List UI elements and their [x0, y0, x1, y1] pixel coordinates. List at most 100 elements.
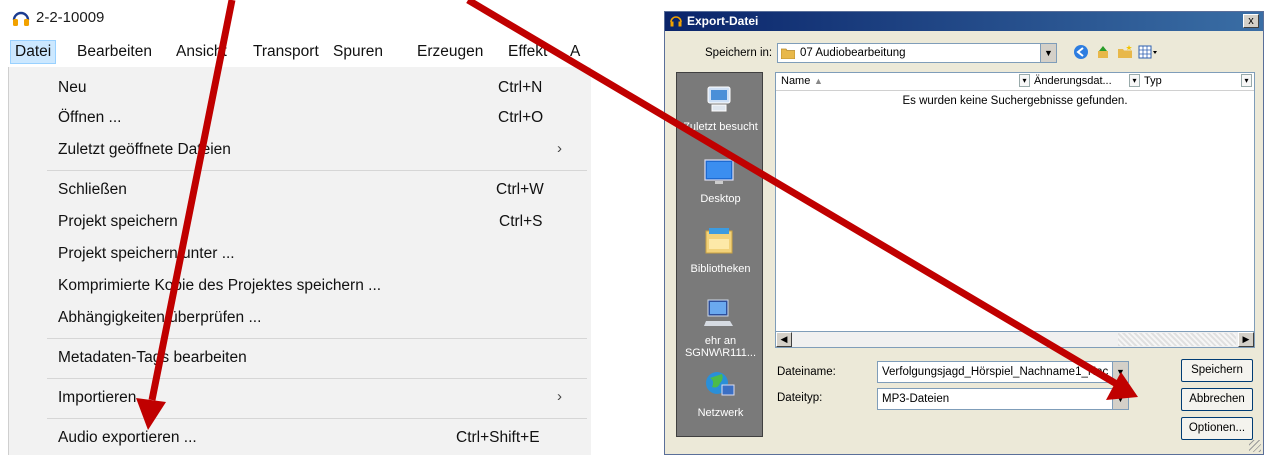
menu-item-projekt-speichern-unter[interactable]: Projekt speichern unter ... [9, 238, 591, 270]
menu-item-metadaten[interactable]: Metadaten-Tags bearbeiten [9, 342, 591, 374]
place-network[interactable]: Netzwerk [677, 365, 764, 435]
menu-separator [47, 418, 587, 419]
column-type[interactable]: Typ [1144, 75, 1162, 87]
export-dialog: Export-Datei x Speichern in: 07 Audiobea… [664, 11, 1264, 455]
close-button[interactable]: x [1243, 14, 1259, 28]
column-dropdown-icon[interactable]: ▾ [1019, 74, 1030, 87]
save-button[interactable]: Speichern [1181, 359, 1253, 382]
menu-separator [47, 378, 587, 379]
dialog-titlebar: Export-Datei x [665, 12, 1263, 31]
desktop-icon [704, 159, 734, 184]
menu-item-shortcut: Ctrl+S [499, 213, 543, 230]
cancel-button[interactable]: Abbrechen [1181, 388, 1253, 411]
menu-item-label: Komprimierte Kopie des Projektes speiche… [58, 277, 382, 294]
menu-item-label: Projekt speichern unter ... [58, 245, 235, 262]
empty-results-message: Es wurden keine Suchergebnisse gefunden. [902, 95, 1128, 107]
column-dropdown-icon[interactable]: ▾ [1241, 74, 1252, 87]
place-desktop[interactable]: Desktop [677, 151, 764, 221]
scroll-track[interactable] [1118, 333, 1236, 346]
menu-item-label: Neu [58, 79, 87, 96]
menu-item-projekt-speichern[interactable]: Projekt speichern Ctrl+S [9, 206, 591, 238]
filename-label: Dateiname: [777, 366, 836, 378]
chevron-right-icon: › [557, 388, 562, 405]
menu-item-shortcut: Ctrl+O [498, 109, 544, 126]
menu-item-label: Audio exportieren ... [58, 429, 197, 446]
menu-erzeugen[interactable]: Erzeugen [413, 41, 487, 63]
menu-item-shortcut: Ctrl+Shift+E [456, 429, 540, 446]
dialog-title: Export-Datei [687, 14, 759, 28]
menu-item-importieren[interactable]: Importieren › [9, 382, 591, 414]
filename-value: Verfolgungsjagd_Hörspiel_Nachname1_Nachl [882, 366, 1108, 378]
window-title: 2-2-10009 [36, 9, 105, 26]
chevron-down-icon[interactable]: ▼ [1112, 389, 1128, 409]
up-arrow-icon [1098, 46, 1108, 58]
back-arrow-icon [1074, 45, 1088, 59]
menu-item-label: Zuletzt geöffnete Dateien [58, 141, 231, 158]
chevron-down-icon[interactable]: ▼ [1040, 44, 1056, 62]
menu-item-shortcut: Ctrl+N [498, 79, 543, 96]
save-in-combo[interactable]: 07 Audiobearbeitung ▼ [777, 43, 1057, 63]
menu-item-label: Schließen [58, 181, 127, 198]
chevron-right-icon: › [557, 140, 562, 157]
view-grid-icon [1138, 45, 1157, 59]
column-name[interactable]: Name [781, 75, 810, 87]
filetype-value: MP3-Dateien [882, 393, 950, 405]
place-label: Zuletzt besucht [683, 121, 758, 133]
audacity-window: 2-2-10009 Datei Bearbeiten Ansicht Trans… [0, 0, 591, 455]
menu-item-schliessen[interactable]: Schließen Ctrl+W [9, 174, 591, 206]
up-folder-icon[interactable] [1094, 44, 1112, 62]
horizontal-scrollbar[interactable]: ◀ ▶ [775, 331, 1255, 348]
menu-bearbeiten[interactable]: Bearbeiten [73, 41, 156, 63]
scroll-left-icon[interactable]: ◀ [776, 332, 792, 347]
menu-item-label: Metadaten-Tags bearbeiten [58, 349, 247, 366]
chevron-down-icon[interactable]: ▼ [1112, 362, 1128, 382]
places-bar: Zuletzt besucht Desktop Bibliotheken ehr… [676, 72, 763, 437]
place-label: Netzwerk [697, 407, 744, 419]
save-in-value: 07 Audiobearbeitung [800, 47, 906, 59]
menu-item-komprimierte-kopie[interactable]: Komprimierte Kopie des Projektes speiche… [9, 270, 591, 302]
headphones-icon [670, 16, 682, 27]
menu-ansicht[interactable]: Ansicht [172, 41, 231, 63]
menu-item-label: Projekt speichern [58, 213, 178, 230]
place-label: Bibliotheken [690, 263, 751, 275]
new-folder-icon[interactable] [1116, 44, 1134, 62]
menu-datei[interactable]: Datei [10, 40, 57, 64]
network-globe-icon [706, 372, 735, 396]
menu-separator [47, 338, 587, 339]
list-header: Name ▲ ▾ Änderungsdat... ▾ Typ ▾ [776, 73, 1254, 91]
menu-item-neu[interactable]: Neu Ctrl+N [9, 72, 591, 104]
filename-input[interactable]: Verfolgungsjagd_Hörspiel_Nachname1_Nachl… [877, 361, 1129, 383]
menu-item-label: Öffnen ... [58, 109, 122, 126]
resize-grip[interactable] [1249, 440, 1261, 452]
filetype-select[interactable]: MP3-Dateien ▼ [877, 388, 1129, 410]
column-modified[interactable]: Änderungsdat... [1034, 75, 1112, 87]
place-label: ehr an SGNW\R111... [684, 335, 757, 359]
menu-effekt[interactable]: Effekt [504, 41, 551, 63]
menu-analyse[interactable]: A [566, 41, 584, 63]
save-in-label: Speichern in: [705, 47, 773, 59]
menu-item-label: Abhängigkeiten überprüfen ... [58, 309, 262, 326]
place-libraries[interactable]: Bibliotheken [677, 221, 764, 291]
place-recent[interactable]: Zuletzt besucht [677, 79, 764, 149]
computer-icon [704, 299, 733, 326]
recent-places-icon [707, 86, 731, 112]
place-computer[interactable]: ehr an SGNW\R111... [677, 293, 764, 363]
filetype-label: Dateityp: [777, 392, 823, 404]
menu-spuren[interactable]: Spuren [329, 41, 387, 63]
menu-item-audio-exportieren[interactable]: Audio exportieren ... Ctrl+Shift+E [9, 422, 591, 454]
scroll-right-icon[interactable]: ▶ [1238, 332, 1254, 347]
view-menu-icon[interactable] [1138, 44, 1157, 62]
folder-icon [781, 48, 795, 59]
menubar: Datei Bearbeiten Ansicht Transport Spure… [0, 36, 590, 66]
options-button[interactable]: Optionen... [1181, 417, 1253, 440]
headphones-icon [12, 11, 30, 26]
column-dropdown-icon[interactable]: ▾ [1129, 74, 1140, 87]
back-icon[interactable] [1072, 44, 1090, 62]
new-folder-glyph-icon [1118, 45, 1132, 58]
place-label: Desktop [700, 193, 741, 205]
menu-item-zuletzt-geoeffnet[interactable]: Zuletzt geöffnete Dateien › [9, 134, 591, 166]
menu-item-abhaengigkeiten[interactable]: Abhängigkeiten überprüfen ... [9, 302, 591, 334]
file-list[interactable]: Name ▲ ▾ Änderungsdat... ▾ Typ ▾ Es wurd… [775, 72, 1255, 348]
menu-transport[interactable]: Transport [249, 41, 323, 63]
menu-item-oeffnen[interactable]: Öffnen ... Ctrl+O [9, 102, 591, 134]
